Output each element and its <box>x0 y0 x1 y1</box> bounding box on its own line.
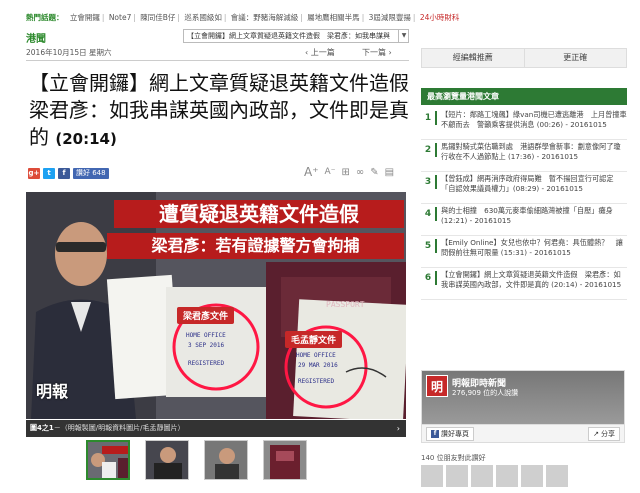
hot-topics-bar: 熱門話題： 立會開鑼 | Note7 | 陳同佳B仔 | 巡系國級如 | 會議：野豬海解… <box>26 13 460 22</box>
avatar[interactable] <box>546 465 568 487</box>
hot-topic-link[interactable]: 屬地鷹相關半馬 <box>307 13 360 22</box>
mingpao-logo-icon[interactable]: 明 <box>426 375 448 397</box>
article-dropdown[interactable]: 【立會開鑼】網上文章質疑退英籍文件造假 梁君彥：如我串謀與 <box>183 29 409 43</box>
list-item-text[interactable]: 與的士相撞 630萬元麥車偷細路灣被撞「自壓」癱身 (12:21) - 2016… <box>441 206 627 233</box>
divider <box>26 60 409 61</box>
list-item-text[interactable]: 【立會開鑼】網上文章質疑退英籍文件造假 梁君彥：如我串謀英國內政部，文件即是真的… <box>441 270 627 297</box>
list-item[interactable]: 4 與的士相撞 630萬元麥車偷細路灣被撞「自壓」癱身 (12:21) - 20… <box>421 204 627 236</box>
edit-icon[interactable]: ✎ <box>370 167 378 178</box>
prev-article-link[interactable]: ‹ 上一篇 <box>305 47 335 58</box>
font-decrease-icon[interactable]: A⁻ <box>325 167 336 177</box>
avatar[interactable] <box>521 465 543 487</box>
chevron-down-icon[interactable]: ▼ <box>398 29 409 43</box>
hot-topic-link[interactable]: 會議：野豬海解減級 <box>231 13 299 22</box>
hot-topic-link[interactable]: Note7 <box>109 13 132 22</box>
thumbnail-2[interactable] <box>145 440 189 480</box>
list-item-text[interactable]: 馬鑼對騎式菜估職到處 港語群學會新事：劃意像阿了瓊行收在不人過節點上 (17:3… <box>441 142 627 169</box>
section-title[interactable]: 港聞 <box>26 30 46 45</box>
photo-thumbnails <box>86 440 307 480</box>
thumbnail-4[interactable] <box>263 440 307 480</box>
hot-topic-link[interactable]: 立會開鑼 <box>70 13 100 22</box>
twitter-icon[interactable]: t <box>43 168 55 179</box>
rank-number: 3 <box>421 175 437 189</box>
article-tools: A⁺ A⁻ ⊞ ∞ ✎ ▤ <box>304 165 394 179</box>
live-news-link[interactable]: 24小時財科 <box>420 13 460 22</box>
article-headline: 【立會開鑼】網上文章質疑退英籍文件造假 梁君彥：如我串謀英國內政部，文件即是真的… <box>29 70 429 153</box>
photo-banner-subhead: 梁君彥：若有證據警方會拘捕 <box>107 233 404 259</box>
sidebar-tabs: 經編輯推薦 更正確 <box>421 48 627 68</box>
list-item[interactable]: 5 【Emily Online】女兒也依中？何君堯：具伍體熱？ 讓問假前往無可限… <box>421 236 627 268</box>
share-bar: g+ t f 讚好 648 <box>28 168 109 179</box>
stamp-text: HOME OFFICE <box>186 332 226 339</box>
font-increase-icon[interactable]: A⁺ <box>304 165 319 179</box>
passport-text: PASSPORT <box>326 300 365 309</box>
tab-corrections[interactable]: 更正確 <box>523 49 627 67</box>
avatar[interactable] <box>421 465 443 487</box>
list-item-text[interactable]: 【Emily Online】女兒也依中？何君堯：具伍體熱？ 讓問假前往無可限量 … <box>441 238 627 265</box>
photo-banner-headline: 遭質疑退英籍文件造假 <box>114 200 404 228</box>
photo-caption: 圖4之1－（明報製圖/明報資料圖片/毛孟靜圖片） › <box>26 420 406 437</box>
facebook-action-bar: f 讚好專頁 ↗ 分享 <box>422 424 624 442</box>
facebook-share-button[interactable]: ↗ 分享 <box>588 426 620 441</box>
stamp-text: 29 MAR 2016 <box>298 362 338 369</box>
caption-text: －（明報製圖/明報資料圖片/毛孟靜圖片） <box>53 424 185 432</box>
mingpao-watermark: 明報 <box>36 382 69 401</box>
facebook-friends-text: 140 位朋友對此讚好 <box>421 454 486 462</box>
rank-number: 2 <box>421 143 437 157</box>
stamp-text: 3 SEP 2016 <box>188 342 225 349</box>
google-plus-icon[interactable]: g+ <box>28 168 40 179</box>
stamp-text: REGISTERED <box>298 378 335 385</box>
next-article-link[interactable]: 下一篇 › <box>362 47 392 58</box>
print-icon[interactable]: ▤ <box>385 167 394 178</box>
photo-label-leung: 梁君彥文件 <box>177 307 235 324</box>
avatar[interactable] <box>471 465 493 487</box>
list-item-text[interactable]: 【短片：鄰路工塊飆】綠van司機已遭逃離港 上月曾撞車不顧而去 警籲乘客提供消息… <box>441 110 627 137</box>
thumbnail-1[interactable] <box>86 440 130 480</box>
share-icon: ↗ <box>593 429 599 438</box>
facebook-like-button[interactable]: 讚好 648 <box>73 168 109 179</box>
avatar[interactable] <box>496 465 518 487</box>
rank-number: 4 <box>421 207 437 221</box>
article-date: 2016年10月15日 星期六 <box>26 48 112 57</box>
hot-topic-link[interactable]: 陳同佳B仔 <box>140 13 175 22</box>
caption-count: 圖4之1 <box>30 424 54 432</box>
hot-topic-link[interactable]: 巡系國級如 <box>184 13 222 22</box>
hot-topic-link[interactable]: 3屆減限豐揚 <box>369 13 411 22</box>
rank-number: 1 <box>421 111 437 125</box>
list-item-text[interactable]: 【曾鈺成】網再消序政府得局難 暫不揚回宣行可認定「自認效果議員權力」(08:29… <box>441 174 627 201</box>
chevron-right-icon: › <box>386 48 392 57</box>
facebook-icon[interactable]: f <box>58 168 70 179</box>
headline-time: (20:14) <box>55 130 117 148</box>
tab-editor-picks[interactable]: 經編輯推薦 <box>422 49 524 67</box>
list-item[interactable]: 2 馬鑼對騎式菜估職到處 港語群學會新事：劃意像阿了瓊行收在不人過節點上 (17… <box>421 140 627 172</box>
link-icon[interactable]: ∞ <box>356 167 364 178</box>
thumbnail-3[interactable] <box>204 440 248 480</box>
list-item[interactable]: 6 【立會開鑼】網上文章質疑退英籍文件造假 梁君彥：如我串謀英國內政部，文件即是… <box>421 268 627 300</box>
facebook-icon: f <box>431 429 439 438</box>
rank-number: 6 <box>421 271 437 285</box>
list-item[interactable]: 1 【短片：鄰路工塊飆】綠van司機已遭逃離港 上月曾撞車不顧而去 警籲乘客提供… <box>421 108 627 140</box>
next-photo-button[interactable]: › <box>397 420 400 437</box>
friend-avatars <box>421 465 568 487</box>
hot-topics-label: 熱門話題： <box>26 13 64 22</box>
most-viewed-list: 1 【短片：鄰路工塊飆】綠van司機已遭逃離港 上月曾撞車不顧而去 警籲乘客提供… <box>421 108 627 300</box>
facebook-like-count: 276,909 位的人說讚 <box>452 389 519 397</box>
photo-label-mo: 毛孟靜文件 <box>285 331 343 348</box>
list-item[interactable]: 3 【曾鈺成】網再消序政府得局難 暫不揚回宣行可認定「自認效果議員權力」(08:… <box>421 172 627 204</box>
stamp-text: HOME OFFICE <box>296 352 336 359</box>
facebook-page-box: 明 明報即時新聞 276,909 位的人說讚 f 讚好專頁 ↗ 分享 <box>421 370 625 443</box>
most-viewed-title: 最高瀏覽量港聞文章 <box>421 88 627 105</box>
avatar[interactable] <box>446 465 468 487</box>
facebook-page-like-button[interactable]: f 讚好專頁 <box>426 426 474 441</box>
rank-number: 5 <box>421 239 437 253</box>
stamp-text: REGISTERED <box>188 360 225 367</box>
bookmark-icon[interactable]: ⊞ <box>341 167 349 178</box>
